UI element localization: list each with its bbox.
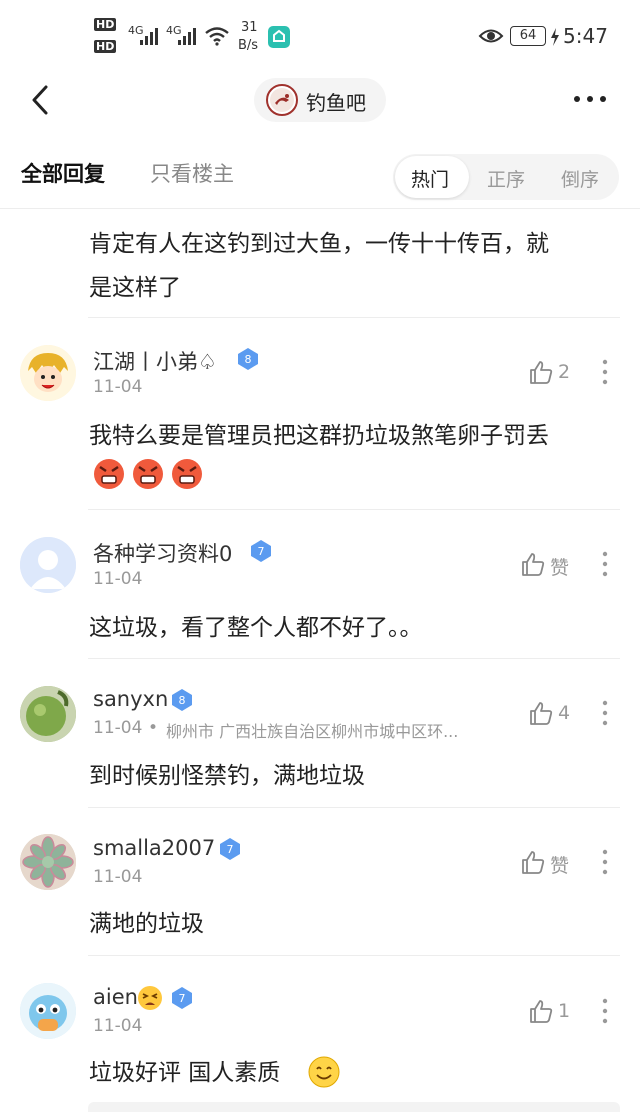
avatar[interactable] (20, 983, 76, 1039)
avatar[interactable] (20, 537, 76, 593)
level-badge-icon: 7 (251, 540, 271, 562)
like-icon[interactable] (528, 700, 554, 726)
forum-pill[interactable]: 钓鱼吧 (254, 78, 386, 122)
level-badge-icon: 8 (238, 348, 258, 370)
sort-ascending[interactable]: 正序 (487, 165, 525, 192)
eye-icon (478, 29, 504, 43)
post-date: 11-04 (93, 718, 143, 738)
like-icon[interactable] (520, 551, 546, 577)
like-icon[interactable] (528, 359, 554, 385)
charging-icon (551, 28, 559, 46)
post-date: 11-04 (93, 1016, 143, 1036)
reply-text-line-2: 是这样了 (89, 275, 181, 301)
status-bar: HD HD 4G 4G 31 B/s 64 5:47 (0, 0, 640, 72)
reply-text-line-1: 肯定有人在这钓到过大鱼，一传十十传百，就 (89, 231, 549, 257)
hd1-label: HD (94, 18, 117, 31)
forum-name: 钓鱼吧 (306, 91, 366, 115)
like-icon[interactable] (520, 849, 546, 875)
hd2-label: HD (94, 40, 117, 53)
like-count: 2 (558, 361, 571, 383)
reply-more-icon[interactable] (601, 998, 609, 1024)
back-button[interactable] (24, 82, 60, 118)
angry-emoji-icon (133, 459, 163, 489)
post-date: 11-04 (93, 569, 143, 589)
post-date: 11-04 (93, 867, 143, 887)
level-badge-icon: 7 (220, 838, 240, 860)
forum-logo (266, 84, 298, 116)
battery-level: 64 (519, 28, 537, 43)
avatar[interactable] (20, 834, 76, 890)
username[interactable]: 各种学习资料0 (93, 538, 232, 568)
like-count: 1 (558, 1000, 571, 1022)
svg-text:8: 8 (245, 353, 252, 366)
next-reply-preview (88, 1102, 620, 1112)
app-notification-icon (268, 26, 290, 48)
level-badge-icon: 8 (172, 689, 192, 711)
level-badge-icon: 7 (172, 987, 192, 1009)
signal-icon-2 (178, 28, 196, 45)
reply-more-icon[interactable] (601, 849, 609, 875)
clock: 5:47 (563, 24, 608, 48)
reply-text: 满地的垃圾 (89, 911, 204, 937)
sort-switch: 热门 正序 倒序 (393, 154, 619, 200)
reply-divider (88, 658, 620, 659)
username[interactable]: 江湖丨小弟♤ (93, 346, 217, 376)
like-label: 赞 (550, 855, 570, 877)
angry-emoji-icon (172, 459, 202, 489)
avatar[interactable] (20, 686, 76, 742)
net-speed-unit: B/s (238, 38, 259, 53)
meta-separator: • (148, 718, 159, 738)
like-icon[interactable] (528, 998, 554, 1024)
wifi-icon (205, 27, 229, 46)
reply-more-icon[interactable] (601, 359, 609, 385)
username[interactable]: smalla2007 (93, 836, 215, 860)
reply-divider (88, 509, 620, 510)
post-date: 11-04 (93, 377, 143, 397)
angry-emoji-icon (94, 459, 124, 489)
svg-text:8: 8 (179, 694, 186, 707)
svg-text:7: 7 (227, 843, 234, 856)
svg-text:7: 7 (258, 545, 265, 558)
reply-divider (88, 955, 620, 956)
tab-divider (0, 208, 640, 209)
more-menu-button[interactable] (570, 88, 610, 110)
smile-emoji-icon (308, 1056, 340, 1088)
tab-all-replies[interactable]: 全部回复 (21, 158, 105, 188)
tab-only-op[interactable]: 只看楼主 (150, 158, 234, 188)
net-speed-value: 31 (241, 20, 258, 35)
reply-text: 肯定有人在这钓到过大鱼，一传十十传百，就 是这样了 (89, 222, 549, 310)
username[interactable]: aien (93, 985, 138, 1009)
reply-text: 这垃圾，看了整个人都不好了。。 (89, 615, 423, 641)
reply-divider (88, 807, 620, 808)
username[interactable]: sanyxn (93, 687, 168, 711)
reply-text: 我特么要是管理员把这群扔垃圾煞笔卵子罚丢 (89, 423, 549, 449)
reply-text: 垃圾好评 国人素质 (89, 1060, 281, 1086)
reply-more-icon[interactable] (601, 700, 609, 726)
reply-divider (88, 317, 620, 318)
sort-descending[interactable]: 倒序 (561, 165, 599, 192)
svg-text:7: 7 (179, 992, 186, 1005)
tired-emoji-icon (138, 986, 162, 1010)
battery-icon: 64 (510, 26, 546, 46)
avatar[interactable] (20, 345, 76, 401)
sort-hot[interactable]: 热门 (411, 165, 449, 192)
reply-more-icon[interactable] (601, 551, 609, 577)
reply-text: 到时候别怪禁钓，满地垃圾 (89, 763, 365, 789)
like-label: 赞 (550, 557, 570, 579)
like-count: 4 (558, 702, 571, 724)
signal-icon (140, 28, 158, 45)
post-location: 柳州市 广西壮族自治区柳州市城中区环... (166, 722, 459, 741)
